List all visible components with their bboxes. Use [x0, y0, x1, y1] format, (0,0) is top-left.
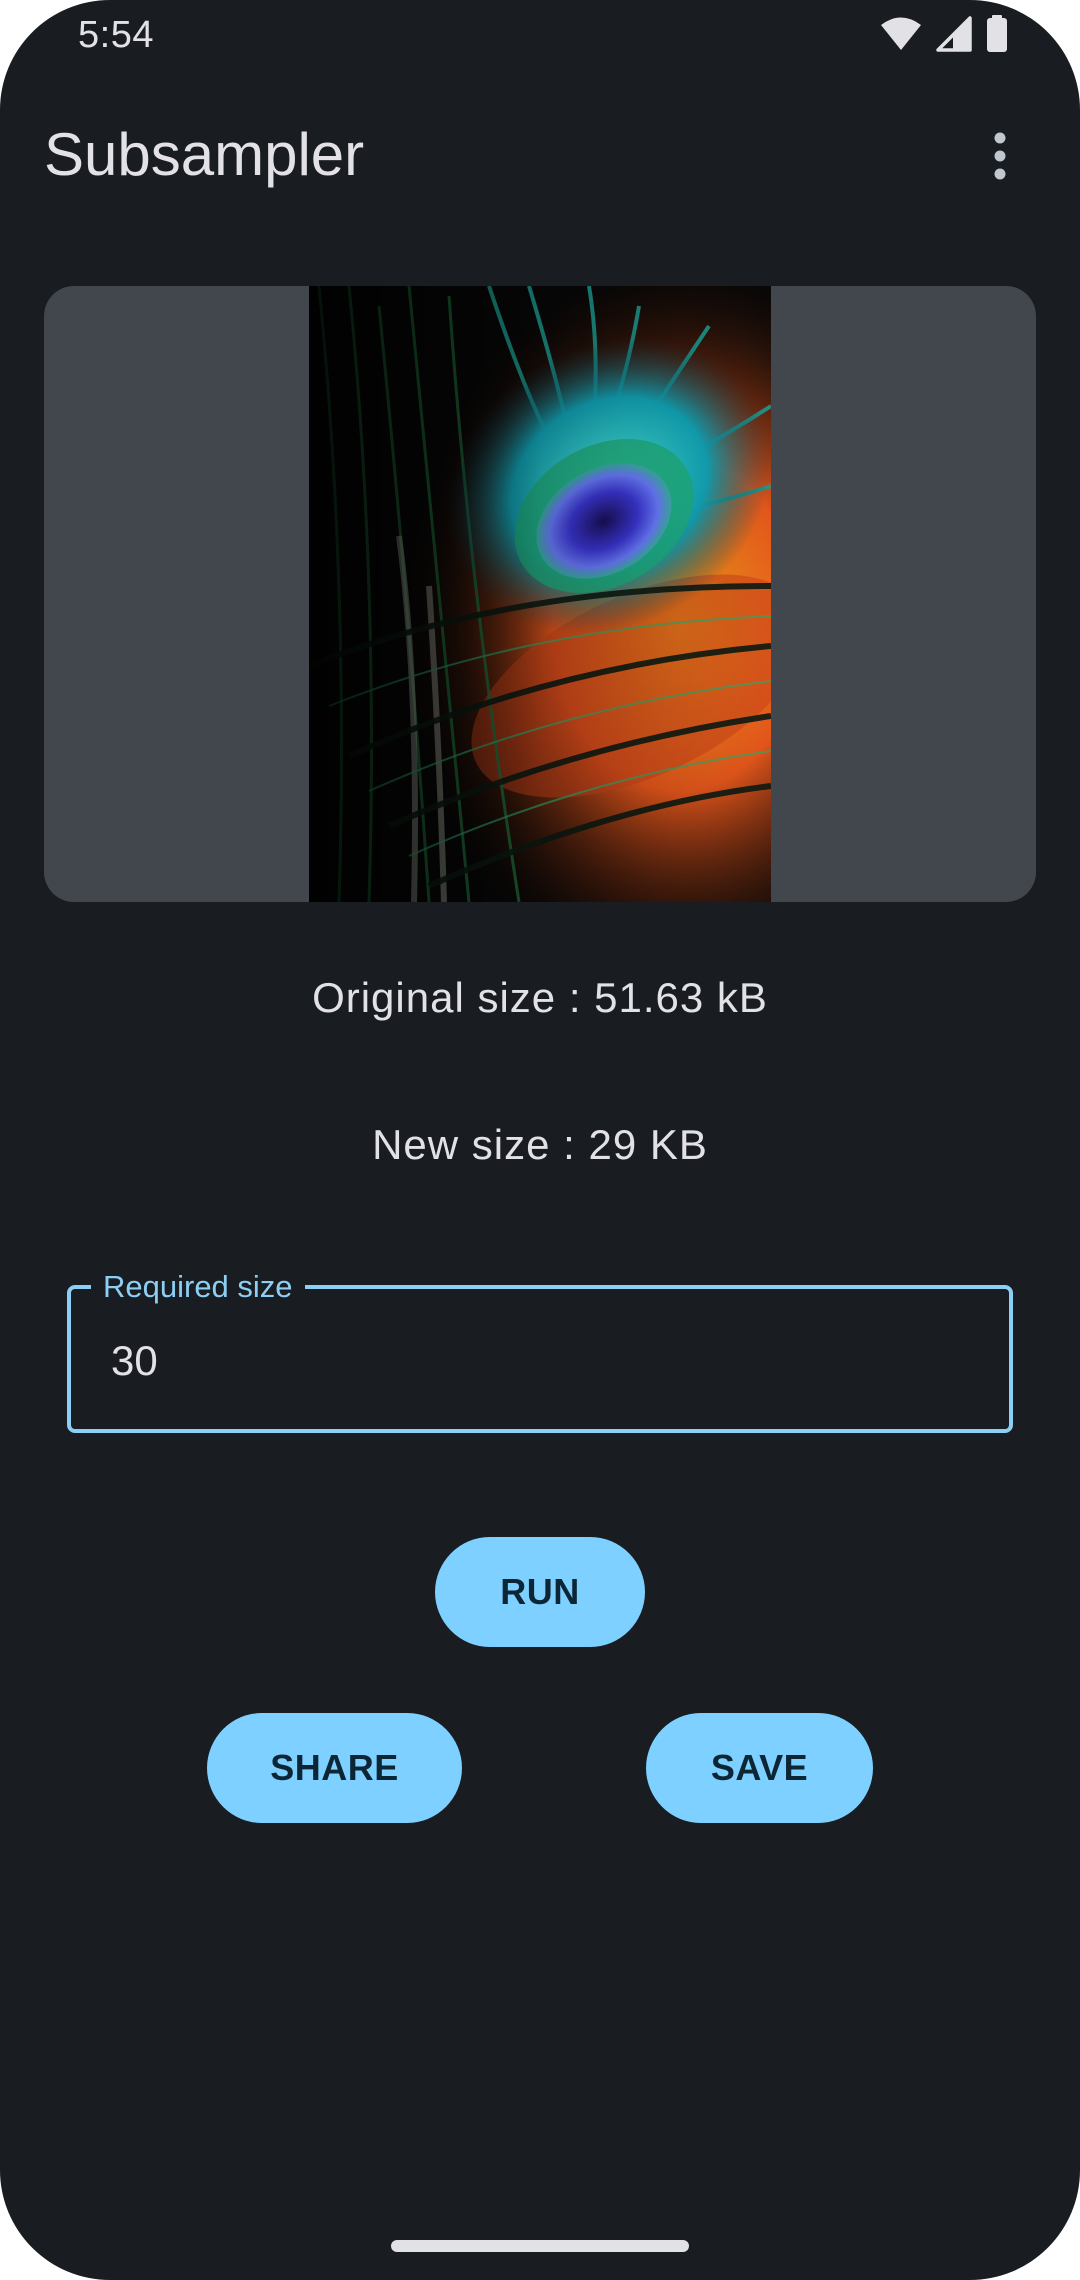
app-title: Subsampler — [44, 121, 365, 188]
required-size-label: Required size — [91, 1261, 305, 1313]
battery-icon — [986, 14, 1008, 58]
app-screen: 5:54 Subsampler Original size: 51.63 kB… — [0, 0, 1080, 2280]
save-button[interactable]: SAVE — [646, 1713, 873, 1823]
top-app-bar: Subsampler — [0, 90, 1080, 220]
home-indicator[interactable] — [391, 2240, 689, 2252]
original-size-text: Original size : 51.63 kB — [312, 974, 768, 1021]
status-time: 5:54 — [78, 14, 154, 56]
image-preview-card[interactable] — [44, 286, 1036, 902]
status-icons — [880, 14, 1008, 58]
more-options-button[interactable] — [960, 116, 1040, 196]
cellular-signal-icon — [936, 15, 972, 57]
wifi-icon — [880, 16, 922, 57]
new-size-text: New size : 29 KB — [372, 1121, 708, 1168]
share-button[interactable]: SHARE — [207, 1713, 462, 1823]
required-size-input[interactable]: 30 — [111, 1337, 158, 1385]
required-size-field[interactable]: Required size 30 — [67, 1261, 1013, 1433]
peacock-feather-image — [309, 286, 771, 902]
run-button[interactable]: RUN — [435, 1537, 645, 1647]
more-vert-icon — [994, 132, 1006, 180]
status-bar: 5:54 — [0, 0, 1080, 72]
